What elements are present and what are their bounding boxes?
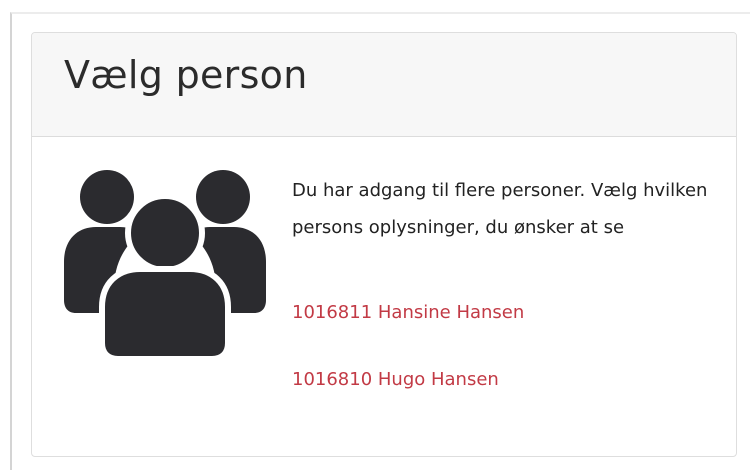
card-header: Vælg person bbox=[32, 33, 736, 137]
text-column: Du har adgang til flere personer. Vælg h… bbox=[292, 172, 712, 390]
person-link-hugo-hansen[interactable]: 1016810 Hugo Hansen bbox=[292, 369, 499, 390]
page-title: Vælg person bbox=[64, 53, 308, 97]
info-message: Du har adgang til flere personer. Vælg h… bbox=[292, 180, 708, 238]
select-person-card: Vælg person Du har adgang til flere pers… bbox=[31, 32, 737, 457]
people-group-icon bbox=[64, 170, 266, 362]
person-link-hansine-hansen[interactable]: 1016811 Hansine Hansen bbox=[292, 302, 524, 323]
card-body: Du har adgang til flere personer. Vælg h… bbox=[32, 137, 736, 456]
